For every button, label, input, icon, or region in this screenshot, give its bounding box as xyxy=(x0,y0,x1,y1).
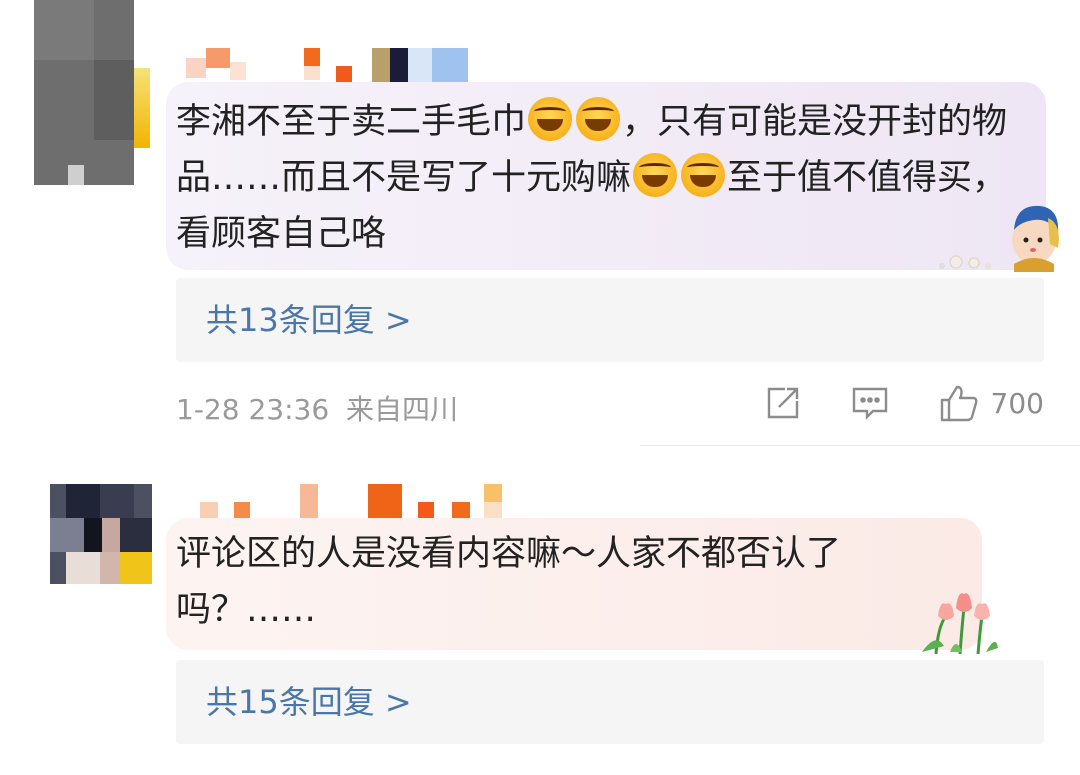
girl-with-pearl-earring-sticker-icon xyxy=(930,200,1065,272)
timestamp: 1-28 23:36 xyxy=(176,393,330,426)
comment-bubble: 李湘不至于卖二手毛巾 ，只有可能是没开封的物品……而且不是写了十元购嘛 至于值不值得… xyxy=(166,82,1046,270)
repost-icon xyxy=(767,387,798,419)
tulip-sticker-icon xyxy=(916,586,1000,656)
laugh-cry-emoji-icon xyxy=(576,97,621,141)
laugh-cry-emoji-icon xyxy=(681,153,726,197)
location: 来自四川 xyxy=(346,393,459,426)
replies-label: 共13条回复 > xyxy=(206,301,412,339)
replies-label: 共15条回复 > xyxy=(206,683,412,721)
thumbs-up-icon xyxy=(940,385,977,422)
username-redacted[interactable] xyxy=(186,48,476,84)
laugh-cry-emoji-icon xyxy=(528,97,573,141)
comment-meta: 1-28 23:36 来自四川 xyxy=(176,388,458,428)
comment-icon xyxy=(852,387,887,420)
comment-item: 评论区的人是没看内容嘛～人家不都否认了吗？…… 共15条回复 > xyxy=(0,446,1080,775)
username-redacted[interactable] xyxy=(200,484,530,520)
laugh-cry-emoji-icon xyxy=(633,153,678,197)
action-bar: 700 xyxy=(715,384,1044,422)
avatar[interactable] xyxy=(50,484,152,584)
view-replies-link[interactable]: 共13条回复 > xyxy=(176,278,1044,362)
comment-text-part1: 李湘不至于卖二手毛巾 xyxy=(176,102,527,142)
like-button[interactable]: 700 xyxy=(939,384,1044,422)
comment-text: 评论区的人是没看内容嘛～人家不都否认了吗？…… xyxy=(176,534,842,630)
avatar-edge xyxy=(134,68,150,148)
view-replies-link[interactable]: 共15条回复 > xyxy=(176,660,1044,744)
comment-button[interactable] xyxy=(851,385,889,421)
comment-bubble: 评论区的人是没看内容嘛～人家不都否认了吗？…… xyxy=(166,518,982,650)
avatar[interactable] xyxy=(34,0,134,216)
comment-item: 李湘不至于卖二手毛巾 ，只有可能是没开封的物品……而且不是写了十元购嘛 至于值不值得… xyxy=(0,0,1080,445)
like-count: 700 xyxy=(990,386,1044,420)
repost-button[interactable] xyxy=(765,385,801,421)
